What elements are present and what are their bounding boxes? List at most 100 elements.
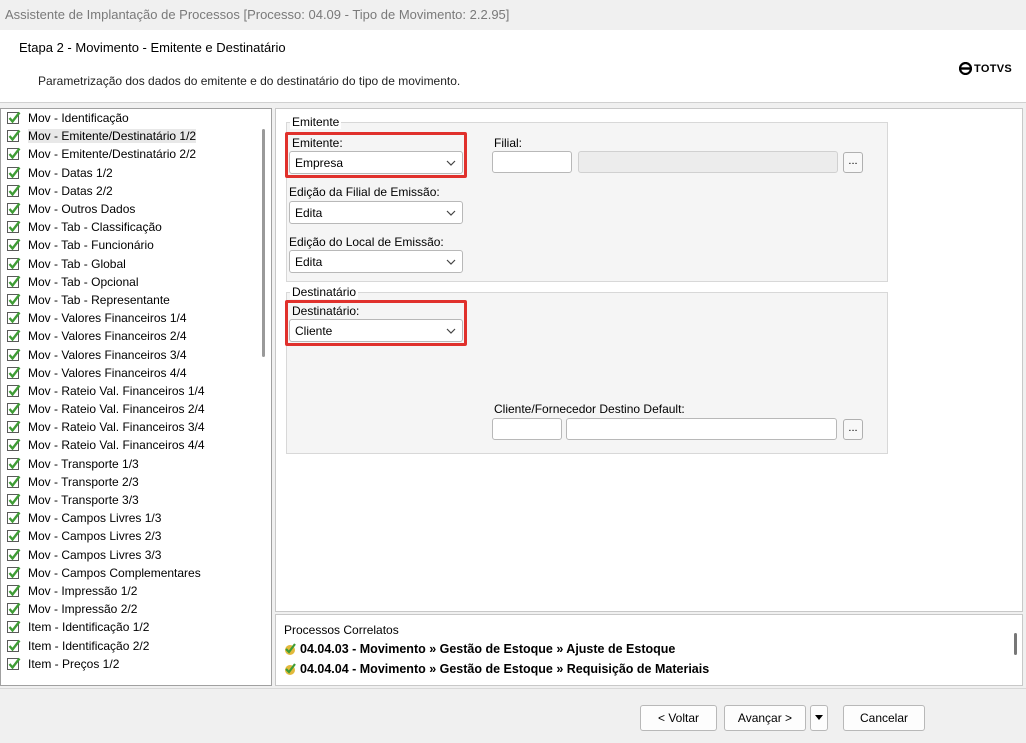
checked-box-icon: [7, 621, 21, 634]
chevron-down-icon: [446, 328, 456, 334]
tree-item[interactable]: Mov - Datas 2/2: [1, 182, 271, 200]
tree-item-label: Mov - Transporte 3/3: [28, 493, 139, 508]
correlatos-title: Processos Correlatos: [284, 623, 399, 637]
tree-item[interactable]: Mov - Tab - Opcional: [1, 273, 271, 291]
edicao-local-select[interactable]: Edita: [289, 250, 463, 273]
tree-item[interactable]: Mov - Outros Dados: [1, 200, 271, 218]
tree-item[interactable]: Mov - Tab - Classificação: [1, 218, 271, 236]
tree-item[interactable]: Mov - Campos Livres 3/3: [1, 546, 271, 564]
tree-item[interactable]: Item - Identificação 1/2: [1, 618, 271, 636]
back-button[interactable]: < Voltar: [640, 705, 717, 731]
next-button[interactable]: Avançar >: [724, 705, 806, 731]
tree-item[interactable]: Mov - Transporte 1/3: [1, 455, 271, 473]
checked-box-icon: [7, 566, 21, 579]
correlatos-scrollbar[interactable]: [1014, 633, 1017, 655]
tree-item-label: Mov - Rateio Val. Financeiros 3/4: [28, 420, 205, 435]
tree-item[interactable]: Mov - Tab - Representante: [1, 291, 271, 309]
logo-text: TOTVS: [974, 62, 1012, 75]
filial-name-input: [578, 151, 838, 173]
tree-item[interactable]: Mov - Rateio Val. Financeiros 1/4: [1, 382, 271, 400]
correlatos-panel: Processos Correlatos 04.04.03 - Moviment…: [275, 614, 1023, 686]
tree-item-label: Mov - Emitente/Destinatário 2/2: [28, 147, 197, 162]
totvs-logo-icon: [959, 62, 973, 75]
tree-item-label: Mov - Transporte 2/3: [28, 474, 139, 489]
tree-item-label: Mov - Valores Financeiros 4/4: [28, 365, 187, 380]
cliente-name-input[interactable]: [566, 418, 837, 440]
checked-box-icon: [7, 348, 21, 361]
tree-item[interactable]: Mov - Datas 1/2: [1, 164, 271, 182]
tree-item[interactable]: Mov - Transporte 2/3: [1, 473, 271, 491]
checked-box-icon: [7, 184, 21, 197]
cliente-code-input[interactable]: [492, 418, 562, 440]
window-title: Assistente de Implantação de Processos […: [0, 0, 1026, 30]
tree-item[interactable]: Mov - Emitente/Destinatário 2/2: [1, 145, 271, 163]
correlato-link-2[interactable]: 04.04.04 - Movimento » Gestão de Estoque…: [283, 662, 709, 676]
checked-box-icon: [7, 220, 21, 234]
checked-box-icon: [7, 202, 21, 216]
tree-item-label: Mov - Outros Dados: [28, 202, 136, 217]
checked-box-icon: [7, 166, 21, 179]
checked-box-icon: [7, 366, 21, 379]
tree-item-label: Item - Identificação 1/2: [28, 620, 150, 635]
tree-item[interactable]: Mov - Valores Financeiros 4/4: [1, 364, 271, 382]
checked-box-icon: [7, 111, 21, 125]
tree-item[interactable]: Item - Identificação 2/2: [1, 636, 271, 654]
checked-box-icon: [7, 511, 21, 525]
tree-item[interactable]: Mov - Transporte 3/3: [1, 491, 271, 509]
tree-item[interactable]: Mov - Identificação: [1, 109, 271, 127]
destinatario-select[interactable]: Cliente: [289, 319, 463, 342]
checked-box-icon: [7, 548, 21, 561]
tree-item[interactable]: Mov - Campos Livres 2/3: [1, 527, 271, 545]
tree-item[interactable]: Mov - Valores Financeiros 3/4: [1, 345, 271, 363]
next-dropdown-button[interactable]: [810, 705, 828, 731]
wizard-footer: < Voltar Avançar > Cancelar: [0, 688, 1026, 743]
destinatario-group-title: Destinatário: [290, 285, 359, 299]
tree-item-label: Mov - Tab - Representante: [28, 292, 170, 307]
tree-item-label: Mov - Tab - Classificação: [28, 220, 162, 235]
tree-item-label: Mov - Rateio Val. Financeiros 2/4: [28, 402, 205, 417]
checked-box-icon: [7, 402, 21, 416]
tree-item[interactable]: Mov - Campos Livres 1/3: [1, 509, 271, 527]
wizard-header: Etapa 2 - Movimento - Emitente e Destina…: [0, 30, 1026, 103]
tree-item[interactable]: Mov - Tab - Global: [1, 255, 271, 273]
tree-item-label: Mov - Emitente/Destinatário 1/2: [28, 129, 197, 144]
cancel-button[interactable]: Cancelar: [843, 705, 925, 731]
step-tree[interactable]: Mov - Identificação Mov - Emitente/Destin…: [0, 108, 272, 686]
tree-item[interactable]: Mov - Rateio Val. Financeiros 4/4: [1, 436, 271, 454]
cliente-lookup-button[interactable]: ...: [843, 419, 863, 440]
tree-item[interactable]: Mov - Campos Complementares: [1, 564, 271, 582]
tree-scrollbar[interactable]: [262, 129, 265, 357]
tree-item-label: Mov - Tab - Global: [28, 256, 126, 271]
process-check-icon: [285, 663, 296, 675]
tree-item[interactable]: Mov - Impressão 2/2: [1, 600, 271, 618]
tree-item-label: Mov - Transporte 1/3: [28, 456, 139, 471]
emitente-label: Emitente:: [292, 136, 343, 150]
filial-lookup-button[interactable]: ...: [843, 152, 863, 173]
tree-item[interactable]: Mov - Tab - Funcionário: [1, 236, 271, 254]
process-check-icon: [285, 643, 296, 655]
checked-box-icon: [7, 421, 21, 434]
tree-item-label: Mov - Rateio Val. Financeiros 4/4: [28, 438, 205, 453]
tree-item-label: Mov - Datas 1/2: [28, 165, 113, 180]
checked-box-icon: [7, 439, 21, 452]
tree-item[interactable]: Mov - Valores Financeiros 1/4: [1, 309, 271, 327]
tree-item-label: Mov - Impressão 1/2: [28, 583, 138, 598]
tree-item-label: Mov - Campos Livres 2/3: [28, 529, 162, 544]
emitente-select[interactable]: Empresa: [289, 151, 463, 174]
checked-box-icon: [7, 239, 21, 252]
tree-item[interactable]: Mov - Emitente/Destinatário 1/2: [1, 127, 271, 145]
correlato-link-1[interactable]: 04.04.03 - Movimento » Gestão de Estoque…: [283, 642, 675, 656]
tree-item[interactable]: Mov - Valores Financeiros 2/4: [1, 327, 271, 345]
tree-item[interactable]: Mov - Impressão 1/2: [1, 582, 271, 600]
edicao-filial-select[interactable]: Edita: [289, 201, 463, 224]
checked-box-icon: [7, 584, 21, 597]
checked-box-icon: [7, 293, 21, 306]
filial-code-input[interactable]: [492, 151, 572, 173]
caret-down-icon: [815, 715, 823, 720]
tree-item[interactable]: Mov - Rateio Val. Financeiros 2/4: [1, 400, 271, 418]
tree-item-label: Mov - Impressão 2/2: [28, 602, 138, 617]
tree-item[interactable]: Mov - Rateio Val. Financeiros 3/4: [1, 418, 271, 436]
tree-item[interactable]: Item - Preços 1/2: [1, 655, 271, 673]
checked-box-icon: [7, 275, 21, 288]
tree-item-label: Mov - Valores Financeiros 2/4: [28, 329, 187, 344]
